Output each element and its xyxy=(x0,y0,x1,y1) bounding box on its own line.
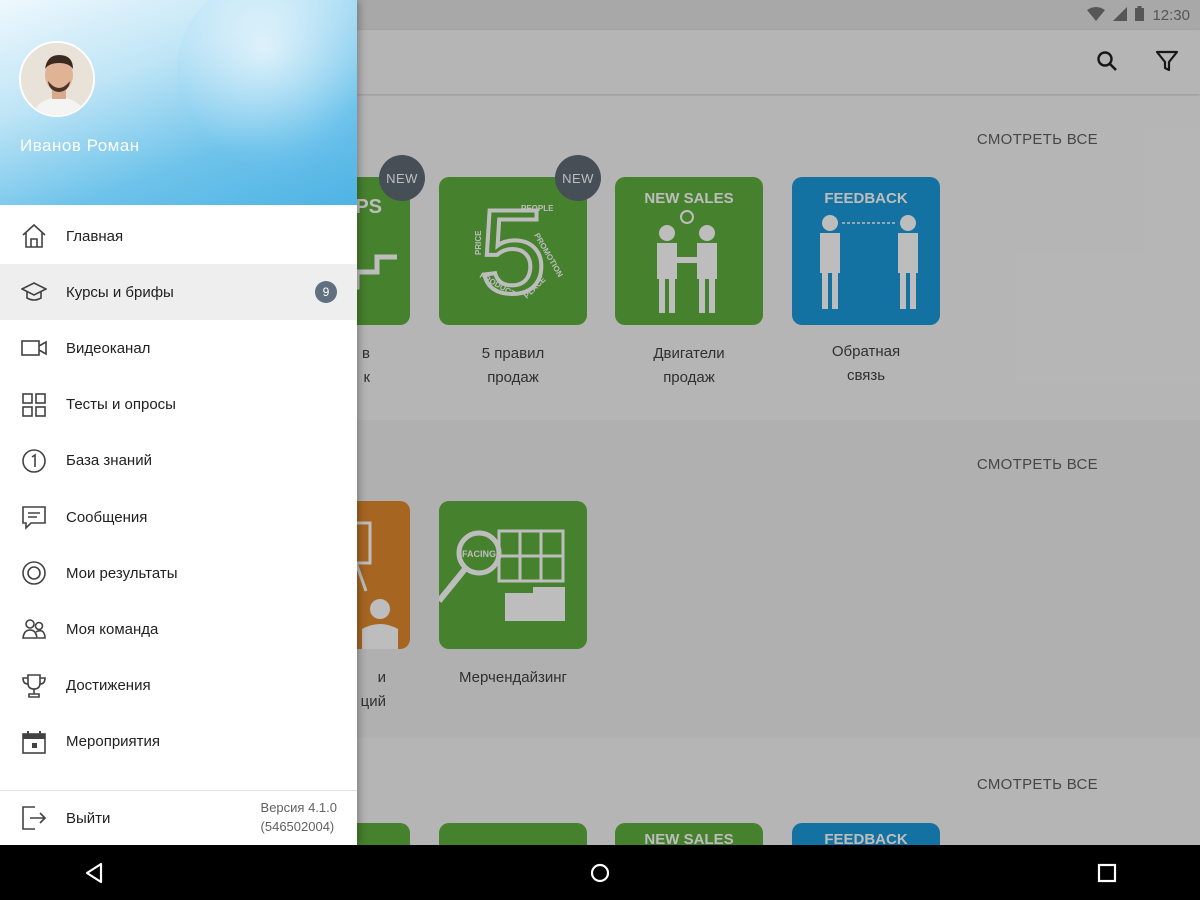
menu-item-events[interactable]: Мероприятия xyxy=(0,714,357,770)
menu-item-courses[interactable]: Курсы и брифы 9 xyxy=(0,264,357,321)
menu-item-label: Курсы и брифы xyxy=(66,283,174,301)
menu-item-label: Главная xyxy=(66,227,124,245)
menu-item-label: Мои результаты xyxy=(66,564,178,582)
drawer-header: Иванов Роман xyxy=(0,0,357,205)
menu-item-label: Сообщения xyxy=(66,508,148,526)
menu-item-team[interactable]: Моя команда xyxy=(0,601,357,657)
menu-item-label: Достижения xyxy=(66,677,151,695)
calendar-icon xyxy=(20,728,48,756)
menu-item-label: Мероприятия xyxy=(66,733,161,751)
menu-item-label: База знаний xyxy=(66,452,152,470)
message-icon xyxy=(20,503,48,531)
home-icon xyxy=(20,222,48,250)
graduation-cap-icon xyxy=(20,278,48,306)
recents-icon[interactable] xyxy=(1091,857,1123,889)
home-circle-icon[interactable] xyxy=(584,857,616,889)
drawer-footer: Выйти Версия 4.1.0 (546502004) xyxy=(0,790,357,845)
menu-item-knowledge-base[interactable]: База знаний xyxy=(0,433,357,489)
team-icon xyxy=(20,615,48,643)
menu-item-tests[interactable]: Тесты и опросы xyxy=(0,377,357,433)
drawer-menu: Главная Курсы и брифы 9 Видеоканал Тесты… xyxy=(0,208,357,770)
menu-item-results[interactable]: Мои результаты xyxy=(0,545,357,601)
navigation-drawer: Иванов Роман Главная Курсы и брифы 9 Вид… xyxy=(0,0,357,845)
video-camera-icon xyxy=(20,334,48,362)
system-navigation-bar xyxy=(0,845,1200,900)
logout-button[interactable]: Выйти xyxy=(66,810,110,827)
logout-icon[interactable] xyxy=(20,804,48,832)
menu-item-label: Видеоканал xyxy=(66,339,151,357)
header-decoration xyxy=(177,0,357,170)
back-icon[interactable] xyxy=(78,857,110,889)
menu-item-label: Тесты и опросы xyxy=(66,396,176,414)
app-version: Версия 4.1.0 (546502004) xyxy=(261,798,337,836)
version-number: Версия 4.1.0 xyxy=(260,800,337,815)
info-circle-icon xyxy=(20,447,48,475)
menu-item-home[interactable]: Главная xyxy=(0,208,357,264)
menu-item-achievements[interactable]: Достижения xyxy=(0,658,357,714)
menu-item-video[interactable]: Видеоканал xyxy=(0,320,357,376)
user-name: Иванов Роман xyxy=(20,136,140,155)
target-icon xyxy=(20,559,48,587)
trophy-icon xyxy=(20,672,48,700)
grid-icon xyxy=(20,391,48,419)
build-number: (546502004) xyxy=(260,819,335,834)
avatar[interactable] xyxy=(19,41,95,117)
menu-item-messages[interactable]: Сообщения xyxy=(0,489,357,545)
menu-item-label: Моя команда xyxy=(66,620,159,638)
count-badge: 9 xyxy=(315,281,337,304)
